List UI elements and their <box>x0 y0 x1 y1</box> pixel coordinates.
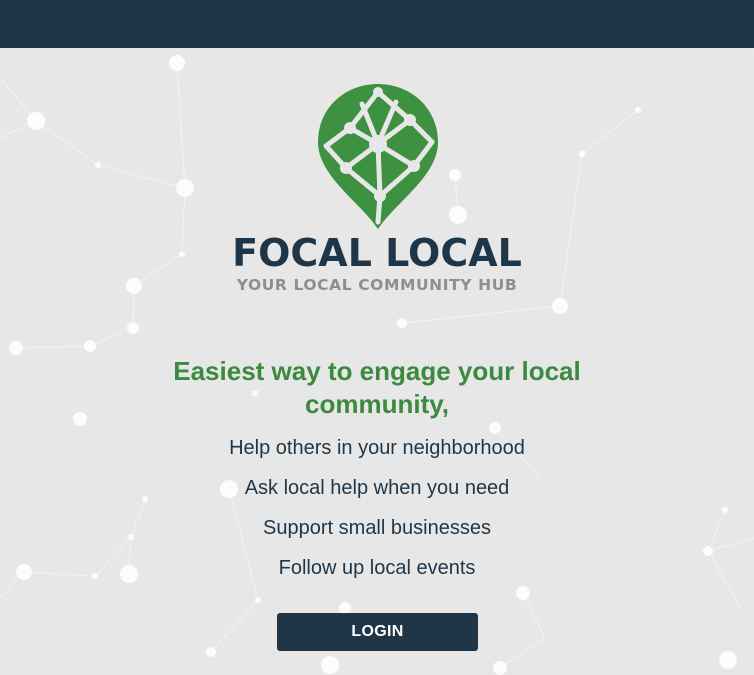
feature-item: Ask local help when you need <box>244 477 510 499</box>
feature-item: Follow up local events <box>278 557 476 579</box>
feature-item: Support small businesses <box>263 517 491 539</box>
brand-tagline: YOUR LOCAL COMMUNITY HUB <box>236 276 518 294</box>
brand-name: FOCAL LOCAL <box>232 231 522 275</box>
login-button[interactable]: LOGIN <box>277 613 478 651</box>
landing-panel: FOCAL LOCAL YOUR LOCAL COMMUNITY HUB Eas… <box>0 48 754 675</box>
pin-network-logo-icon <box>318 84 438 229</box>
feature-item: Help others in your neighborhood <box>229 437 525 459</box>
hero-headline: Easiest way to engage your local communi… <box>173 356 581 419</box>
top-bar <box>0 0 754 48</box>
